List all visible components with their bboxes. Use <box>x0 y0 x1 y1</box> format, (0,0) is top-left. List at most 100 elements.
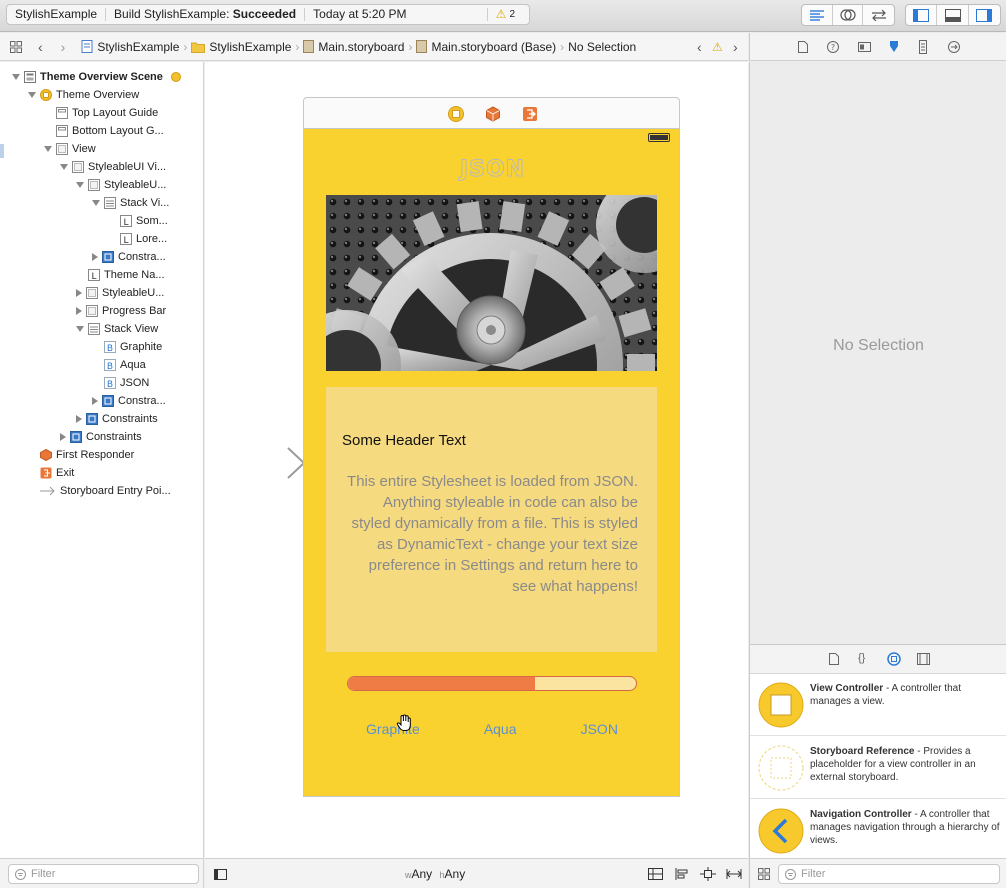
navigation-controller-icon <box>758 808 804 854</box>
outline-row[interactable]: Constra... <box>92 392 166 410</box>
outline-row[interactable]: Constraints <box>76 410 158 428</box>
toggle-outline-icon[interactable] <box>214 869 227 880</box>
file-template-icon[interactable] <box>829 653 839 665</box>
related-items-icon[interactable] <box>10 40 22 53</box>
body-label: This entire Stylesheet is loaded from JS… <box>347 473 638 595</box>
disclosure-collapsed-icon[interactable] <box>60 433 66 441</box>
standard-editor-button[interactable] <box>802 5 833 25</box>
outline-row-label: Aqua <box>120 359 146 371</box>
outline-row[interactable]: Stack Vi... <box>92 194 169 212</box>
svg-text:L: L <box>123 236 128 245</box>
outline-row[interactable]: Theme Overview <box>28 86 139 104</box>
panel-toggle-group <box>905 4 1001 26</box>
library-item-name: View Controller <box>810 683 884 694</box>
disclosure-expanded-icon[interactable] <box>76 326 84 332</box>
disclosure-collapsed-icon[interactable] <box>76 415 82 423</box>
forward-button[interactable]: › <box>61 39 66 55</box>
file-inspector-icon[interactable] <box>798 41 808 53</box>
identity-inspector-icon[interactable] <box>858 42 871 52</box>
previous-issue-button[interactable]: ‹ <box>697 39 702 55</box>
status-project: StylishExample <box>7 8 107 21</box>
entry-point-arrow-icon[interactable] <box>210 446 306 480</box>
outline-row[interactable]: Progress Bar <box>76 302 166 320</box>
scene-view[interactable]: JSON Some Header Text This entire Styles… <box>303 129 680 797</box>
outline-row[interactable]: StyleableU... <box>76 176 166 194</box>
disclosure-expanded-icon[interactable] <box>60 164 68 170</box>
warning-count: 2 <box>509 9 515 20</box>
outline-row[interactable]: Stack View <box>76 320 158 338</box>
size-inspector-icon[interactable] <box>919 40 927 54</box>
outline-row[interactable]: Exit <box>28 464 74 482</box>
disclosure-expanded-icon[interactable] <box>76 182 84 188</box>
toggle-utilities-button[interactable] <box>969 5 1000 25</box>
constraints-icon <box>102 251 114 263</box>
outline-row[interactable]: Constraints <box>60 428 142 446</box>
quick-help-icon[interactable]: ? <box>827 41 839 53</box>
breadcrumb-base[interactable]: Main.storyboard (Base) <box>416 40 556 54</box>
json-button[interactable]: JSON <box>581 721 618 743</box>
first-responder-icon[interactable] <box>485 106 501 122</box>
breadcrumb-folder[interactable]: StylishExample <box>191 40 291 54</box>
outline-row[interactable]: First Responder <box>28 446 134 464</box>
version-editor-button[interactable] <box>863 5 894 25</box>
disclosure-expanded-icon[interactable] <box>44 146 52 152</box>
outline-row[interactable]: StyleableU... <box>76 284 164 302</box>
disclosure-expanded-icon[interactable] <box>12 74 20 80</box>
view-controller-scene[interactable]: JSON Some Header Text This entire Styles… <box>303 97 680 797</box>
outline-row[interactable]: Storyboard Entry Poi... <box>28 482 171 500</box>
disclosure-expanded-icon[interactable] <box>92 200 100 206</box>
outline-row[interactable]: Top Layout Guide <box>44 104 158 122</box>
resolve-issues-icon[interactable] <box>726 867 742 881</box>
outline-row[interactable]: L Som... <box>108 212 168 230</box>
hand-cursor-icon <box>396 714 411 731</box>
disclosure-expanded-icon[interactable] <box>28 92 36 98</box>
code-snippet-icon[interactable]: {} <box>858 652 865 664</box>
outline-row[interactable]: StyleableUI Vi... <box>60 158 166 176</box>
next-issue-button[interactable]: › <box>733 39 738 55</box>
back-button[interactable]: ‹ <box>38 39 43 55</box>
disclosure-collapsed-icon[interactable] <box>76 289 82 297</box>
aqua-button[interactable]: Aqua <box>484 721 517 743</box>
outline-row[interactable]: B Aqua <box>92 356 146 374</box>
object-library-icon[interactable] <box>887 652 901 666</box>
outline-row[interactable]: B Graphite <box>92 338 162 356</box>
align-icon[interactable] <box>675 867 689 881</box>
assistant-editor-button[interactable] <box>833 5 864 25</box>
library-item-view-controller[interactable]: View Controller - A controller that mana… <box>750 674 1006 736</box>
size-class-control[interactable]: wAny hAny <box>405 867 465 881</box>
embed-stack-icon[interactable] <box>648 868 663 880</box>
outline-row[interactable]: Constra... <box>92 248 166 266</box>
outline-row[interactable]: Theme Overview Scene <box>12 68 181 86</box>
disclosure-collapsed-icon[interactable] <box>92 253 98 261</box>
pin-icon[interactable] <box>700 867 716 881</box>
outline-row-label: First Responder <box>56 449 135 461</box>
breadcrumb-project[interactable]: StylishExample <box>81 40 179 54</box>
progress-fill <box>348 677 536 690</box>
breadcrumb-storyboard[interactable]: Main.storyboard <box>303 40 404 54</box>
attributes-inspector-icon[interactable] <box>887 40 901 54</box>
toggle-navigator-button[interactable] <box>906 5 938 25</box>
warning-badge[interactable]: ⚠ 2 <box>488 8 529 21</box>
issue-warning-icon[interactable]: ⚠ <box>712 40 723 54</box>
library-filter-field[interactable]: Filter <box>778 864 1000 884</box>
outline-row[interactable]: View <box>44 140 96 158</box>
outline-row[interactable]: Bottom Layout G... <box>44 122 164 140</box>
disclosure-collapsed-icon[interactable] <box>76 307 82 315</box>
outline-row[interactable]: L Lore... <box>108 230 167 248</box>
exit-icon[interactable] <box>522 106 538 122</box>
connections-inspector-icon[interactable] <box>948 41 960 53</box>
library-item-storyboard-reference[interactable]: Storyboard Reference - Provides a placeh… <box>750 737 1006 799</box>
disclosure-collapsed-icon[interactable] <box>92 397 98 405</box>
media-library-icon[interactable] <box>917 653 930 665</box>
status-time: Today at 5:20 PM <box>305 8 488 21</box>
window-toolbar: StylishExample Build StylishExample: Suc… <box>0 0 1006 32</box>
stack-view-icon <box>88 323 100 335</box>
toggle-debug-button[interactable] <box>937 5 969 25</box>
navigator-filter-field[interactable]: Filter <box>8 864 199 884</box>
breadcrumb-selection[interactable]: No Selection <box>568 40 636 54</box>
grid-view-icon[interactable] <box>758 868 770 880</box>
library-item-navigation-controller[interactable]: Navigation Controller - A controller tha… <box>750 800 1006 862</box>
outline-row[interactable]: B JSON <box>92 374 149 392</box>
outline-row[interactable]: L Theme Na... <box>76 266 165 284</box>
view-controller-icon[interactable] <box>448 106 464 122</box>
